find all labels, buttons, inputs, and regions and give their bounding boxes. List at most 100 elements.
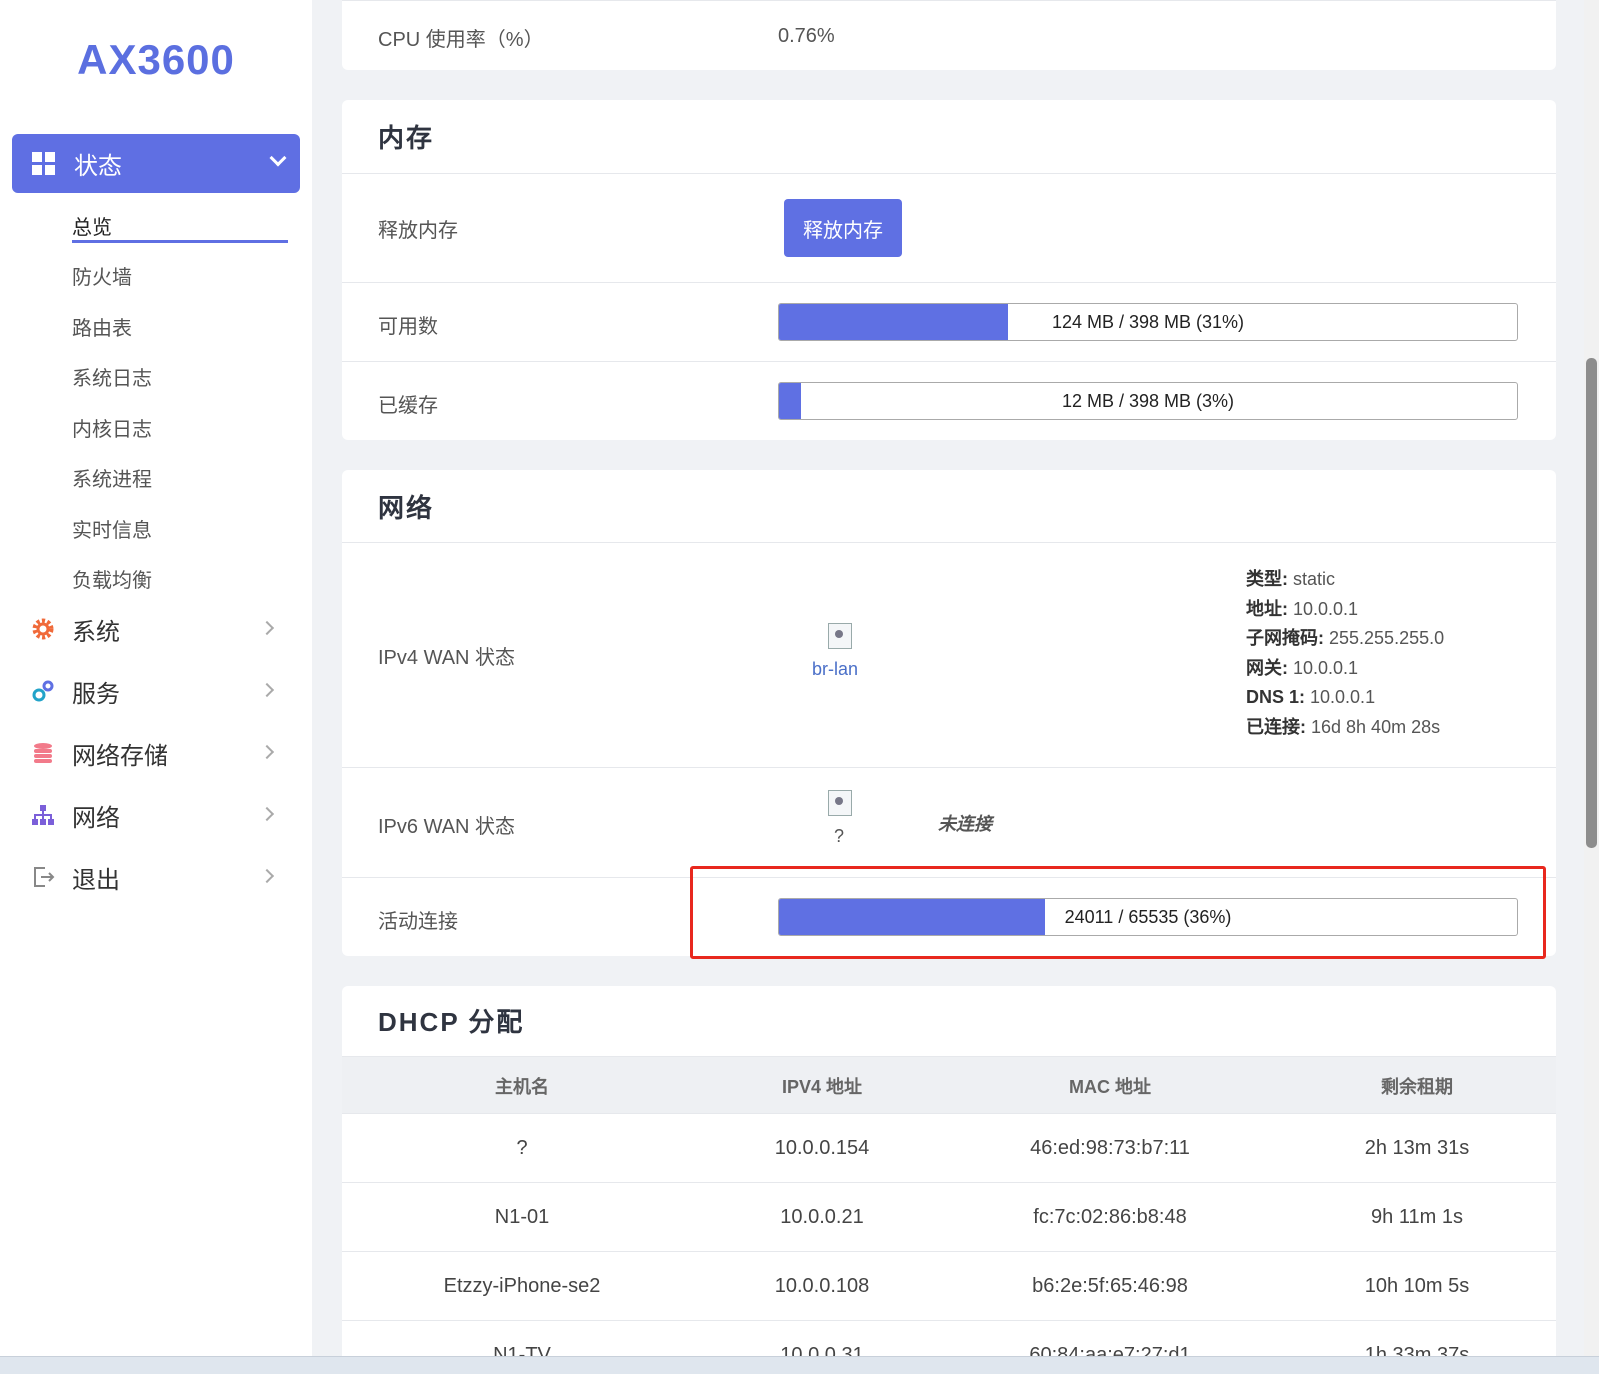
cell-mac: 46:ed:98:73:b7:11	[1030, 1137, 1190, 1159]
ipv4-label: IPv4 WAN 状态	[378, 647, 516, 669]
menu-system[interactable]: 系统	[30, 609, 290, 649]
cell-ipv4: 10.0.0.108	[774, 1275, 870, 1297]
storage-icon	[30, 740, 56, 766]
table-row: N1-01 10.0.0.21 fc:7c:02:86:b8:48 9h 11m…	[342, 1182, 1556, 1251]
cell-ipv4: 10.0.0.154	[774, 1137, 870, 1159]
cell-mac: 60:84:aa:e7:27:d1	[1029, 1344, 1191, 1358]
chevron-right-icon	[259, 620, 275, 636]
cell-hostname: Etzzy-iPhone-se2	[443, 1275, 601, 1297]
chevron-right-icon	[259, 868, 275, 884]
cell-mac: fc:7c:02:86:b8:48	[1033, 1206, 1187, 1228]
table-row: Etzzy-iPhone-se2 10.0.0.108 b6:2e:5f:65:…	[342, 1251, 1556, 1320]
submenu-processes[interactable]: 系统进程	[72, 453, 288, 504]
sidebar: AX3600 状态 总览 防火墙 路由表 系统日志 内核日志 系统进程 实时信息…	[0, 0, 312, 1374]
network-icon	[30, 802, 56, 828]
available-progress: 124 MB / 398 MB (31%)	[778, 303, 1518, 341]
menu-services-label: 服务	[72, 680, 120, 708]
services-icon	[30, 678, 56, 704]
menu-status-label: 状态	[74, 153, 122, 180]
cached-label: 已缓存	[378, 395, 438, 417]
detail-gateway: 网关: 10.0.0.1	[1246, 657, 1359, 678]
active-underline	[72, 240, 288, 243]
detail-uptime: 已连接: 16d 8h 40m 28s	[1246, 716, 1441, 737]
cell-lease: 10h 10m 5s	[1364, 1275, 1470, 1297]
column-mac[interactable]: MAC 地址	[942, 1057, 1278, 1114]
ipv6-status: 未连接	[938, 814, 992, 834]
highlight-box	[690, 866, 1546, 959]
ethernet-icon	[828, 790, 852, 816]
table-row: N1-TV 10.0.0.31 60:84:aa:e7:27:d1 1h 33m…	[342, 1320, 1556, 1358]
submenu-realtime[interactable]: 实时信息	[72, 503, 288, 554]
ipv6-row: IPv6 WAN 状态 ? 未连接	[342, 767, 1556, 877]
cell-ipv4: 10.0.0.21	[780, 1206, 864, 1228]
progress-text: 124 MB / 398 MB (31%)	[1051, 311, 1245, 332]
cell-mac: b6:2e:5f:65:46:98	[1032, 1275, 1188, 1297]
detail-address: 地址: 10.0.0.1	[1246, 598, 1359, 619]
chevron-right-icon	[259, 806, 275, 822]
scrollbar-thumb[interactable]	[1586, 358, 1597, 848]
ipv4-details: 类型: static 地址: 10.0.0.1 子网掩码: 255.255.25…	[1246, 565, 1444, 742]
submenu-load-balance[interactable]: 负载均衡	[72, 554, 288, 605]
submenu-firewall[interactable]: 防火墙	[72, 251, 288, 302]
ethernet-icon	[828, 623, 852, 649]
table-header: 主机名 IPV4 地址 MAC 地址 剩余租期	[342, 1056, 1556, 1113]
dhcp-card: DHCP 分配 主机名 IPV4 地址 MAC 地址 剩余租期 ? 10.0.0…	[342, 986, 1556, 1358]
cached-progress: 12 MB / 398 MB (3%)	[778, 382, 1518, 420]
column-hostname[interactable]: 主机名	[342, 1057, 702, 1114]
cpu-label: CPU 使用率（%）	[378, 29, 544, 51]
cpu-row: CPU 使用率（%） 0.76%	[342, 0, 1556, 70]
menu-storage-label: 网络存储	[72, 742, 168, 770]
progress-text: 12 MB / 398 MB (3%)	[1061, 390, 1235, 411]
detail-type: 类型: static	[1246, 569, 1336, 589]
connections-label: 活动连接	[378, 911, 458, 933]
ipv4-iface-link[interactable]: br-lan	[812, 659, 858, 680]
ipv6-label: IPv6 WAN 状态	[378, 816, 516, 838]
available-label: 可用数	[378, 316, 438, 338]
chevron-right-icon	[259, 682, 275, 698]
menu-network[interactable]: 网络	[30, 795, 290, 835]
submenu-kernel-log[interactable]: 内核日志	[72, 402, 288, 453]
menu-services[interactable]: 服务	[30, 671, 290, 711]
menu-logout-label: 退出	[72, 866, 120, 894]
cpu-value: 0.76%	[778, 25, 835, 47]
release-memory-button[interactable]: 释放内存	[784, 199, 902, 257]
taskbar	[0, 1356, 1599, 1374]
status-submenu: 总览 防火墙 路由表 系统日志 内核日志 系统进程 实时信息 负载均衡	[72, 200, 288, 604]
cell-lease: 1h 33m 37s	[1364, 1344, 1470, 1358]
dashboard-icon	[32, 151, 56, 176]
brand-logo: AX3600	[77, 36, 235, 83]
memory-title: 内存	[378, 123, 435, 153]
network-title: 网络	[378, 493, 435, 523]
cell-lease: 2h 13m 31s	[1364, 1137, 1470, 1159]
logout-icon	[30, 864, 56, 890]
ipv6-iface: ?	[834, 826, 845, 846]
cell-lease: 9h 11m 1s	[1371, 1206, 1463, 1228]
column-ipv4[interactable]: IPV4 地址	[702, 1057, 942, 1114]
release-memory-label: 释放内存	[378, 220, 458, 242]
menu-storage[interactable]: 网络存储	[30, 733, 290, 773]
cell-hostname: N1-TV	[493, 1344, 551, 1358]
release-memory-row: 释放内存 释放内存	[342, 173, 1556, 282]
available-row: 可用数 124 MB / 398 MB (31%)	[342, 282, 1556, 361]
gear-icon	[30, 616, 56, 642]
cached-row: 已缓存 12 MB / 398 MB (3%)	[342, 361, 1556, 440]
chevron-right-icon	[259, 744, 275, 760]
menu-system-label: 系统	[72, 618, 120, 646]
table-row: ? 10.0.0.154 46:ed:98:73:b7:11 2h 13m 31…	[342, 1113, 1556, 1182]
menu-status[interactable]: 状态	[12, 134, 300, 193]
detail-netmask: 子网掩码: 255.255.255.0	[1246, 628, 1445, 648]
memory-card: 内存 释放内存 释放内存 可用数 124 MB / 398 MB (31%) 已…	[342, 100, 1556, 440]
dhcp-title: DHCP 分配	[378, 1007, 525, 1037]
detail-dns: DNS 1: 10.0.0.1	[1246, 687, 1376, 707]
menu-network-label: 网络	[72, 804, 120, 832]
cell-ipv4: 10.0.0.31	[780, 1344, 864, 1358]
ipv4-row: IPv4 WAN 状态 br-lan 类型: static 地址: 10.0.0…	[342, 542, 1556, 767]
cell-hostname: N1-01	[494, 1206, 550, 1228]
chevron-down-icon	[269, 149, 287, 167]
submenu-routes[interactable]: 路由表	[72, 301, 288, 352]
submenu-syslog[interactable]: 系统日志	[72, 352, 288, 403]
column-lease[interactable]: 剩余租期	[1278, 1057, 1556, 1114]
cpu-card: CPU 使用率（%） 0.76%	[342, 0, 1556, 70]
cell-hostname: ?	[516, 1137, 528, 1159]
menu-logout[interactable]: 退出	[30, 857, 290, 897]
